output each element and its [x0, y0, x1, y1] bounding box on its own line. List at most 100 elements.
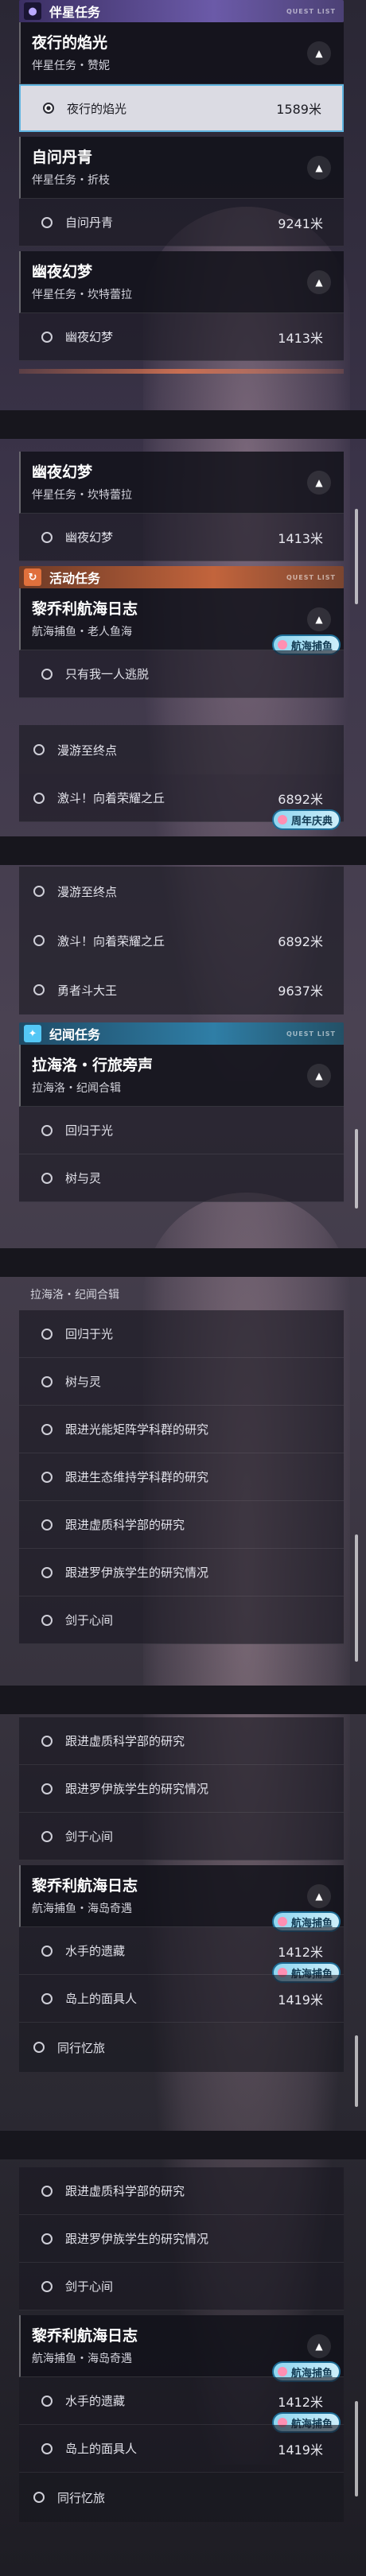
subquest-mask[interactable]: 岛上的面具人 1419米	[19, 1975, 344, 2023]
quest-subtitle: 拉海洛・纪闻合辑	[32, 1082, 121, 1095]
quest-list-page6: 跟进虚质科学部的研究 跟进罗伊族学生的研究情况 剑于心间 黎乔利航海日志 航海捕…	[19, 2167, 344, 2522]
scrollbar[interactable]	[355, 509, 358, 604]
radio-icon	[41, 1992, 53, 2004]
quest-lijoli[interactable]: 黎乔利航海日志 航海捕鱼・海岛奇遇 ▲ 航海捕鱼	[19, 2315, 344, 2382]
subquest-tree[interactable]: 树与灵	[19, 1154, 344, 1202]
subquest-light[interactable]: 回归于光	[19, 1310, 344, 1358]
subquest-memory[interactable]: 同行忆旅	[19, 2023, 344, 2072]
quest-night-flame[interactable]: 夜行的焰光 伴星任务・赞妮 ▲	[19, 22, 344, 84]
quest-self-ask[interactable]: 自问丹青 伴星任务・折枝 ▲	[19, 137, 344, 199]
radio-icon	[41, 2280, 53, 2292]
scrollbar[interactable]	[355, 2401, 358, 2496]
subquest-relic[interactable]: 水手的遗藏 1412米 航海捕鱼	[19, 1927, 344, 1983]
subquest-label: 回归于光	[65, 1123, 114, 1138]
category-tag: QUEST LIST	[286, 573, 336, 581]
subquest-drift[interactable]: 漫游至终点	[19, 725, 344, 774]
chevron-up-icon[interactable]: ▲	[307, 41, 331, 65]
category-tag: QUEST LIST	[286, 1030, 336, 1038]
chevron-up-icon[interactable]: ▲	[307, 1064, 331, 1088]
subquest-label: 夜行的焰光	[67, 101, 127, 116]
subquest-phantom[interactable]: 幽夜幻梦 1413米	[19, 514, 344, 561]
radio-icon	[33, 744, 45, 755]
subquest-label: 激斗！向着荣耀之丘	[57, 791, 165, 805]
radio-icon	[41, 1124, 53, 1136]
subquest-alone[interactable]: 只有我一人逃脱	[19, 650, 344, 698]
subquest-r4[interactable]: 跟进罗伊族学生的研究情况	[19, 1549, 344, 1596]
divider	[0, 836, 366, 865]
subquest-r1[interactable]: 跟进光能矩阵学科群的研究	[19, 1406, 344, 1453]
radio-icon	[41, 1614, 53, 1626]
quest-list-page2b: 漫游至终点 激斗！向着荣耀之丘 6892米 周年庆典	[19, 725, 344, 830]
subquest-light[interactable]: 回归于光	[19, 1107, 344, 1154]
subquest-r4[interactable]: 跟进罗伊族学生的研究情况	[19, 2215, 344, 2263]
chevron-up-icon[interactable]: ▲	[307, 270, 331, 294]
category-event: ↻ 活动任务 QUEST LIST	[19, 566, 344, 588]
divider	[0, 1686, 366, 1714]
swirl-icon: ↻	[24, 568, 41, 586]
subquest-distance: 9637米	[278, 983, 323, 999]
subquest-r3[interactable]: 跟进虚质科学部的研究	[19, 1501, 344, 1549]
scrollbar[interactable]	[355, 1129, 358, 1208]
subquest-r3[interactable]: 跟进虚质科学部的研究	[19, 1717, 344, 1765]
quest-subtitle: 拉海洛・纪闻合辑	[30, 1289, 119, 1302]
category-label: 纪闻任务	[49, 1027, 101, 1042]
scrollbar[interactable]	[355, 2035, 358, 2107]
subquest-r5[interactable]: 剑于心间	[19, 1596, 344, 1644]
quest-phantom[interactable]: 幽夜幻梦 伴星任务・坎特蕾拉 ▲	[19, 452, 344, 514]
subquest-r5[interactable]: 剑于心间	[19, 1813, 344, 1860]
subquest-label: 跟进生态维持学科群的研究	[65, 1470, 209, 1484]
category-travel: ✦ 纪闻任务 QUEST LIST	[19, 1022, 344, 1045]
quest-phantom[interactable]: 幽夜幻梦 伴星任务・坎特蕾拉 ▲	[19, 251, 344, 313]
subquest-night-flame[interactable]: 夜行的焰光 1589米	[19, 84, 344, 132]
subquest-label: 水手的遗藏	[65, 2394, 126, 2408]
category-companion: ● 伴星任务 QUEST LIST	[19, 0, 344, 22]
subquest-hill[interactable]: 激斗！向着荣耀之丘 6892米 周年庆典	[19, 774, 344, 830]
quest-list-page4: 拉海洛・纪闻合辑 回归于光 树与灵 跟进光能矩阵学科群的研究 跟进生态维持学科群…	[19, 1283, 344, 1644]
quest-title: 幽夜幻梦	[32, 464, 93, 481]
radio-icon	[41, 1945, 53, 1957]
chevron-up-icon[interactable]: ▲	[307, 1884, 331, 1908]
subquest-label: 幽夜幻梦	[65, 330, 114, 344]
subquest-label: 跟进罗伊族学生的研究情况	[65, 1782, 209, 1796]
chevron-up-icon[interactable]: ▲	[307, 471, 331, 495]
subquest-r5[interactable]: 剑于心间	[19, 2263, 344, 2310]
subquest-tree[interactable]: 树与灵	[19, 1358, 344, 1406]
chevron-up-icon[interactable]: ▲	[307, 607, 331, 631]
radio-icon	[41, 331, 53, 343]
subquest-label: 跟进虚质科学部的研究	[65, 1734, 185, 1748]
quest-lijoli[interactable]: 黎乔利航海日志 航海捕鱼・海岛奇遇 ▲ 航海捕鱼	[19, 1865, 344, 1932]
subquest-drift[interactable]: 漫游至终点	[19, 867, 344, 916]
subquest-label: 跟进虚质科学部的研究	[65, 2184, 185, 2198]
radio-icon	[41, 531, 53, 543]
radio-icon	[41, 668, 53, 680]
subquest-r4[interactable]: 跟进罗伊族学生的研究情况	[19, 1765, 344, 1813]
chevron-up-icon[interactable]: ▲	[307, 156, 331, 180]
subquest-mask[interactable]: 岛上的面具人 1419米	[19, 2425, 344, 2473]
chevron-up-icon[interactable]: ▲	[307, 2334, 331, 2358]
scrollbar[interactable]	[355, 1534, 358, 1662]
radio-icon	[33, 2042, 45, 2053]
quest-subtitle: 伴星任务・折枝	[32, 174, 110, 187]
quest-lahailuo[interactable]: 拉海洛・行旅旁声 拉海洛・纪闻合辑 ▲	[19, 1045, 344, 1107]
subquest-brave[interactable]: 勇者斗大王 9637米	[19, 965, 344, 1014]
radio-icon	[33, 886, 45, 897]
quest-subtitle: 伴星任务・坎特蕾拉	[32, 489, 132, 502]
quest-lijoli[interactable]: 黎乔利航海日志 航海捕鱼・老人鱼海 ▲ 航海捕鱼	[19, 588, 344, 655]
subquest-label: 同行忆旅	[57, 2490, 106, 2505]
subquest-r3[interactable]: 跟进虚质科学部的研究	[19, 2167, 344, 2215]
subquest-hill[interactable]: 激斗！向着荣耀之丘 6892米	[19, 916, 344, 965]
subquest-phantom[interactable]: 幽夜幻梦 1413米	[19, 313, 344, 361]
quest-subtitle: 伴星任务・坎特蕾拉	[32, 289, 132, 301]
subquest-memory[interactable]: 同行忆旅	[19, 2473, 344, 2522]
subquest-label: 回归于光	[65, 1327, 114, 1341]
radio-icon	[41, 1172, 53, 1184]
subquest-relic[interactable]: 水手的遗藏 1412米 航海捕鱼	[19, 2377, 344, 2433]
radio-icon	[41, 1423, 53, 1435]
subquest-self-ask[interactable]: 自问丹青 9241米	[19, 199, 344, 246]
quest-title: 黎乔利航海日志	[32, 2327, 138, 2345]
subquest-r2[interactable]: 跟进生态维持学科群的研究	[19, 1453, 344, 1501]
subquest-label: 激斗！向着荣耀之丘	[57, 933, 165, 949]
subquest-label: 水手的遗藏	[65, 1944, 126, 1958]
divider	[0, 2131, 366, 2159]
quest-list-page1: ● 伴星任务 QUEST LIST 夜行的焰光 伴星任务・赞妮 ▲ 夜行的焰光 …	[19, 0, 344, 374]
